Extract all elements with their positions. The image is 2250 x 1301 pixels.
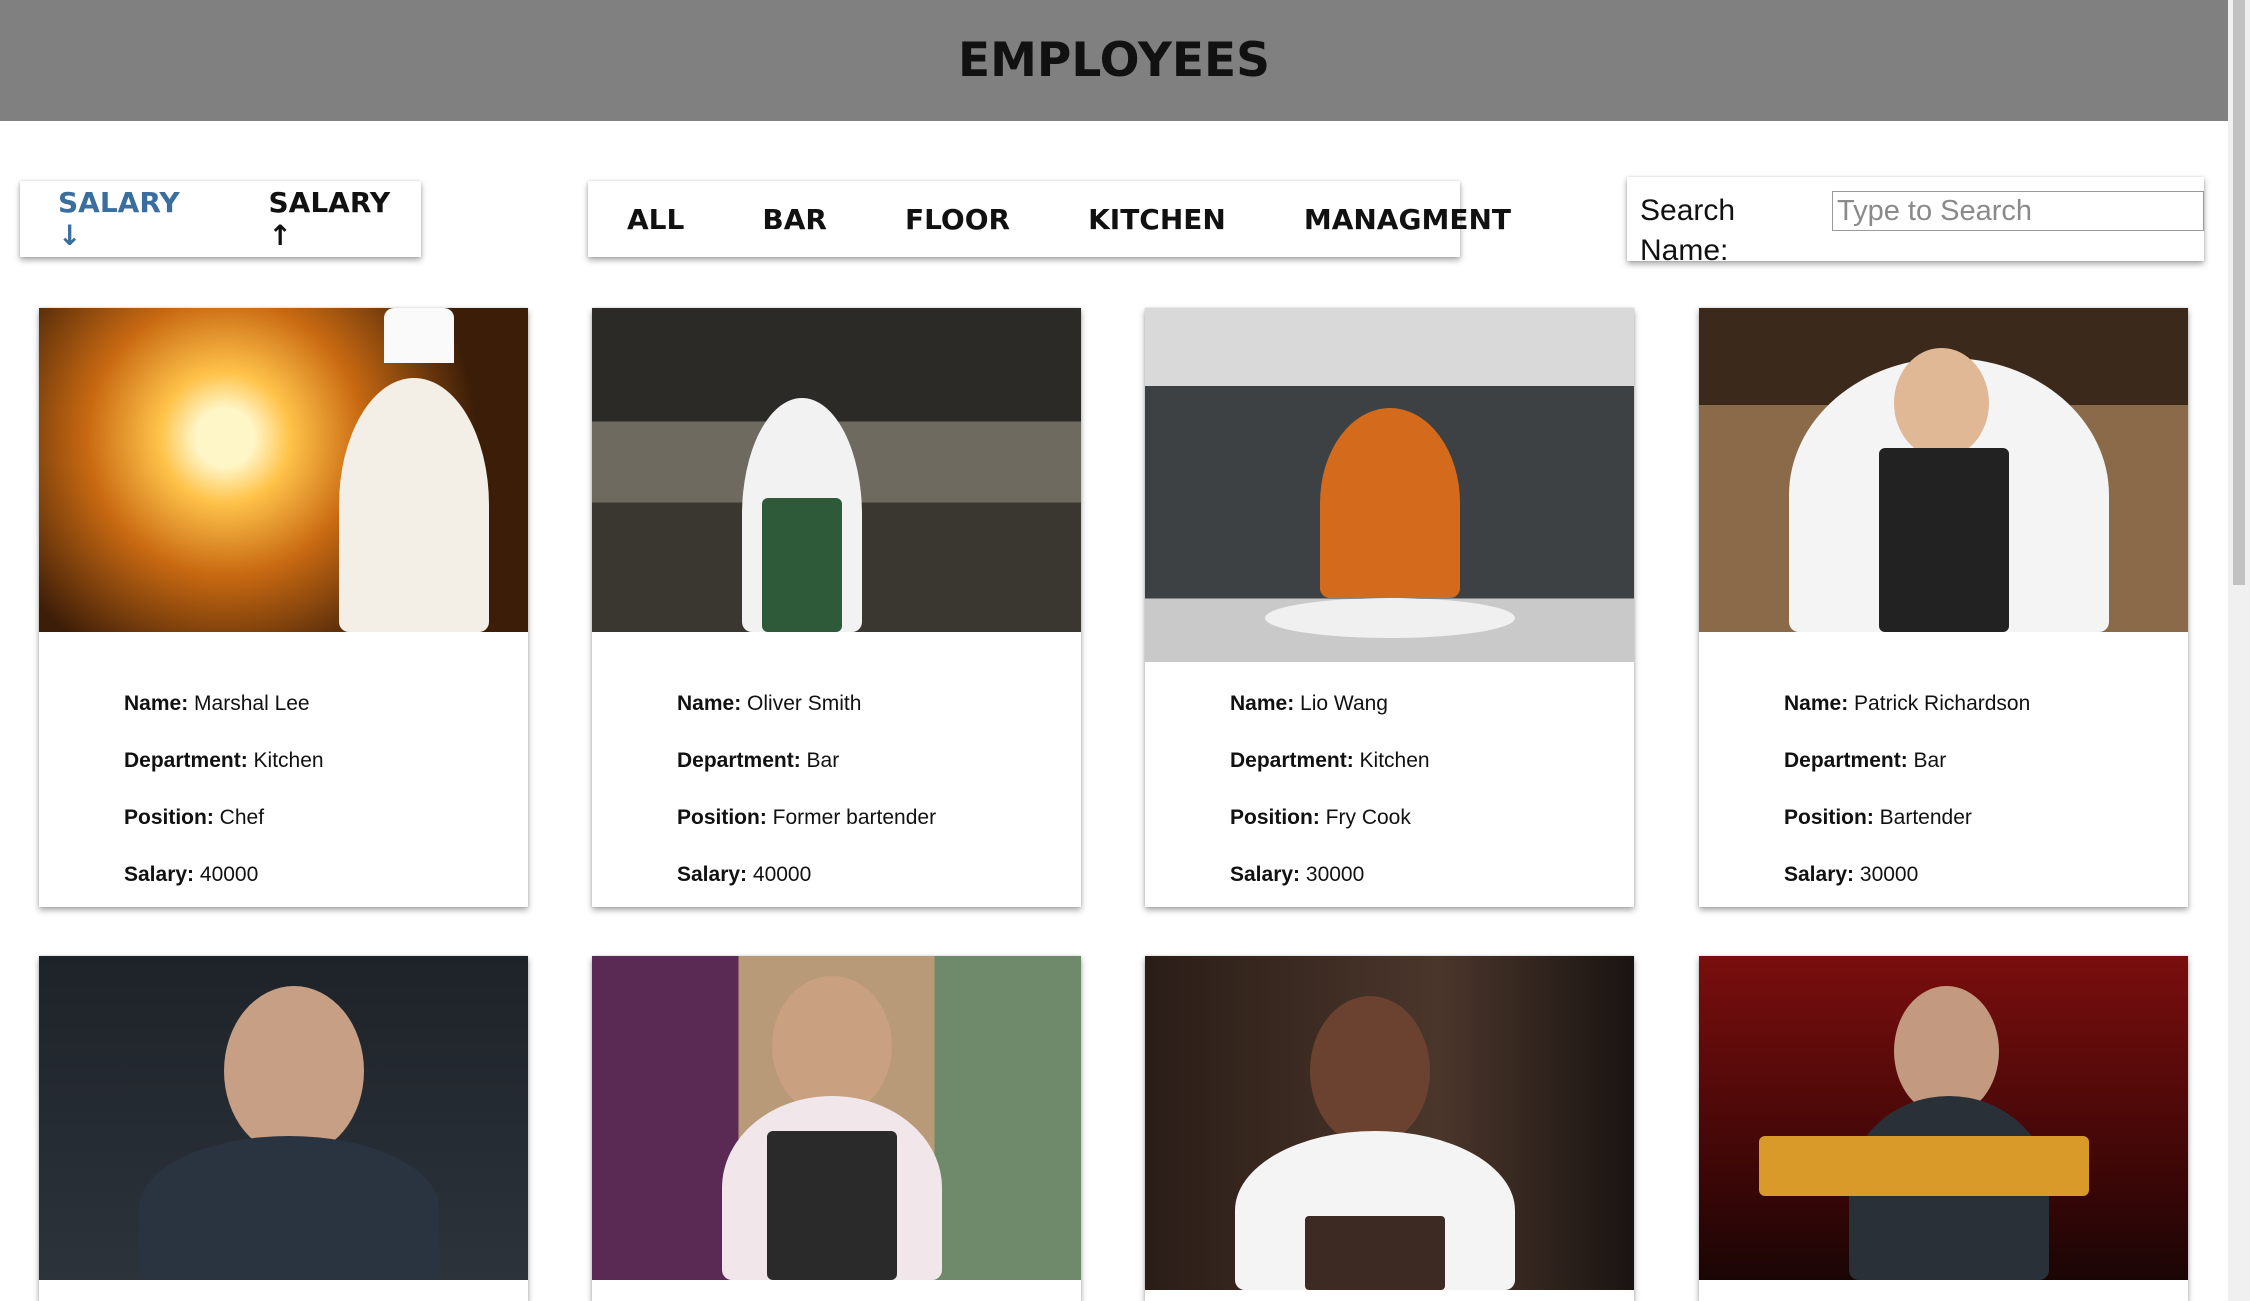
employee-card: Name: Marshal Lee Department: Kitchen Po… [39,308,528,907]
sort-salary-asc-button[interactable]: SALARY ↑ [269,186,402,252]
employee-position: Position: Chef [124,806,265,829]
employee-department: Department: Kitchen [124,749,324,772]
employee-card [1699,956,2188,1301]
filter-all-button[interactable]: ALL [627,203,684,236]
search-input[interactable] [1832,191,2204,231]
search-label: Search Name: [1640,194,1736,267]
employee-photo [39,956,528,1280]
employee-photo [1145,308,1634,662]
employee-department: Department: Kitchen [1230,749,1430,772]
employee-name: Name: Lio Wang [1230,692,1388,715]
page-header: EMPLOYEES [0,0,2228,121]
employee-card: Name: Oliver Smith Department: Bar Posit… [592,308,1081,907]
vertical-scrollbar[interactable] [2228,0,2250,1301]
employee-position: Position: Fry Cook [1230,806,1411,829]
employee-salary: Salary: 30000 [1230,863,1365,886]
employee-photo [592,308,1081,632]
page-title: EMPLOYEES [958,33,1270,88]
employee-salary: Salary: 40000 [124,863,259,886]
search-panel: Search Name: [1627,177,2204,267]
employee-salary: Salary: 30000 [1784,863,1919,886]
employee-photo [1699,956,2188,1280]
sort-panel: SALARY ↓ SALARY ↑ [20,181,421,257]
sort-salary-desc-button[interactable]: SALARY ↓ [58,186,191,252]
employee-photo [1699,308,2188,632]
employee-card [39,956,528,1301]
employee-card [592,956,1081,1301]
employee-photo [39,308,528,632]
employee-card: Name: Lio Wang Department: Kitchen Posit… [1145,308,1634,907]
department-filter-panel: ALL BAR FLOOR KITCHEN MANAGMENT [588,181,1511,257]
employee-department: Department: Bar [677,749,840,772]
employee-name: Name: Oliver Smith [677,692,862,715]
employee-photo [1145,956,1634,1290]
employee-department: Department: Bar [1784,749,1947,772]
employee-position: Position: Former bartender [677,806,937,829]
employee-name: Name: Patrick Richardson [1784,692,2031,715]
filter-floor-button[interactable]: FLOOR [905,203,1010,236]
filter-kitchen-button[interactable]: KITCHEN [1088,203,1226,236]
filter-bar-button[interactable]: BAR [762,203,827,236]
employee-photo [592,956,1081,1280]
employee-card [1145,956,1634,1301]
employee-salary: Salary: 40000 [677,863,812,886]
employee-card: Name: Patrick Richardson Department: Bar… [1699,308,2188,907]
employee-position: Position: Bartender [1784,806,1972,829]
filter-management-button[interactable]: MANAGMENT [1304,203,1511,236]
employee-name: Name: Marshal Lee [124,692,310,715]
scrollbar-thumb[interactable] [2233,0,2245,585]
